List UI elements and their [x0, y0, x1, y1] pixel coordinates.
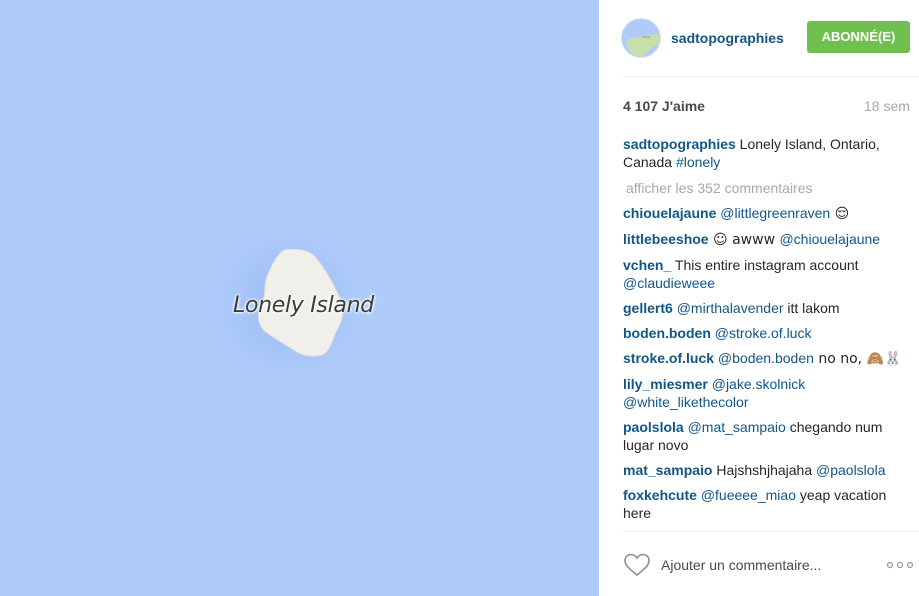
comment-mention[interactable]: @littlegreenraven: [720, 205, 830, 221]
comment-item: boden.boden @stroke.of.luck: [623, 324, 919, 342]
comment-username[interactable]: lily_miesmer: [623, 376, 708, 392]
comment-item: littlebeeshoe ☺ awww @chiouelajaune: [623, 230, 919, 249]
comment-mention[interactable]: @fueeee_miao: [701, 487, 796, 503]
comment-mention[interactable]: @paolslola: [816, 462, 885, 478]
load-more-comments-link[interactable]: afficher les 352 commentaires: [626, 179, 919, 197]
caption-hashtag[interactable]: #lonely: [676, 154, 720, 170]
comment-mention[interactable]: @jake.skolnick: [712, 376, 806, 392]
comment-mention[interactable]: @mat_sampaio: [688, 419, 786, 435]
post-panel: sadtopographies ABONNÉ(E) 4 107 J'aime 1…: [599, 0, 919, 596]
island-label: Lonely Island: [233, 293, 374, 318]
comment-item: stroke.of.luck @boden.boden no no, 🙈🐰: [623, 349, 919, 368]
comment-username[interactable]: boden.boden: [623, 325, 711, 341]
comment-item: lily_miesmer @jake.skolnick @white_liket…: [623, 375, 919, 411]
post-username[interactable]: sadtopographies: [671, 30, 784, 46]
likes-count[interactable]: 4 107 J'aime: [623, 98, 705, 114]
footer-divider: [623, 531, 919, 532]
comment-username[interactable]: littlebeeshoe: [623, 231, 709, 247]
comment-text: Hajshshjhajaha: [712, 462, 816, 478]
more-options-icon[interactable]: [886, 558, 914, 572]
comment-text: ☺ awww: [708, 232, 780, 248]
header-divider: [623, 76, 919, 77]
comment-item: foxkehcute @fueeee_miao yeap vacation he…: [623, 486, 919, 522]
caption: sadtopographies Lonely Island, Ontario, …: [623, 135, 919, 171]
comment-username[interactable]: foxkehcute: [623, 487, 697, 503]
comment-mention[interactable]: @boden.boden: [718, 350, 814, 366]
caption-username[interactable]: sadtopographies: [623, 136, 736, 152]
avatar-map-icon: [622, 19, 660, 57]
comment-username[interactable]: gellert6: [623, 300, 673, 316]
comment-item: vchen_ This entire instagram account @cl…: [623, 256, 919, 292]
comment-text: no no, 🙈🐰: [813, 351, 902, 367]
comment-text: itt lakom: [783, 300, 840, 316]
comment-username[interactable]: mat_sampaio: [623, 462, 712, 478]
post-header: sadtopographies ABONNÉ(E): [599, 0, 919, 76]
comment-text: 😌: [830, 206, 850, 222]
comments-list[interactable]: sadtopographies Lonely Island, Ontario, …: [623, 135, 919, 531]
comment-item: chiouelajaune @littlegreenraven 😌: [623, 204, 919, 223]
comment-text: This entire instagram account: [671, 257, 859, 273]
follow-button[interactable]: ABONNÉ(E): [807, 21, 910, 53]
comment-mention[interactable]: @white_likethecolor: [623, 394, 749, 410]
comment-mention[interactable]: @claudieweee: [623, 275, 715, 291]
comment-item: mat_sampaio Hajshshjhajaha @paolslola: [623, 461, 919, 479]
map-image: Lonely Island: [0, 0, 599, 596]
comment-item: gellert6 @mirthalavender itt lakom: [623, 299, 919, 317]
comment-username[interactable]: paolslola: [623, 419, 684, 435]
comment-username[interactable]: stroke.of.luck: [623, 350, 714, 366]
add-comment-input[interactable]: [661, 554, 876, 576]
comment-mention[interactable]: @stroke.of.luck: [715, 325, 812, 341]
comment-item: paolslola @mat_sampaio chegando num luga…: [623, 418, 919, 454]
heart-outline-icon[interactable]: [623, 553, 651, 577]
comment-mention[interactable]: @chiouelajaune: [779, 231, 880, 247]
avatar[interactable]: [621, 18, 661, 58]
comment-username[interactable]: vchen_: [623, 257, 671, 273]
comment-mention[interactable]: @mirthalavender: [677, 300, 784, 316]
post-time[interactable]: 18 sem: [864, 98, 910, 114]
comment-username[interactable]: chiouelajaune: [623, 205, 716, 221]
